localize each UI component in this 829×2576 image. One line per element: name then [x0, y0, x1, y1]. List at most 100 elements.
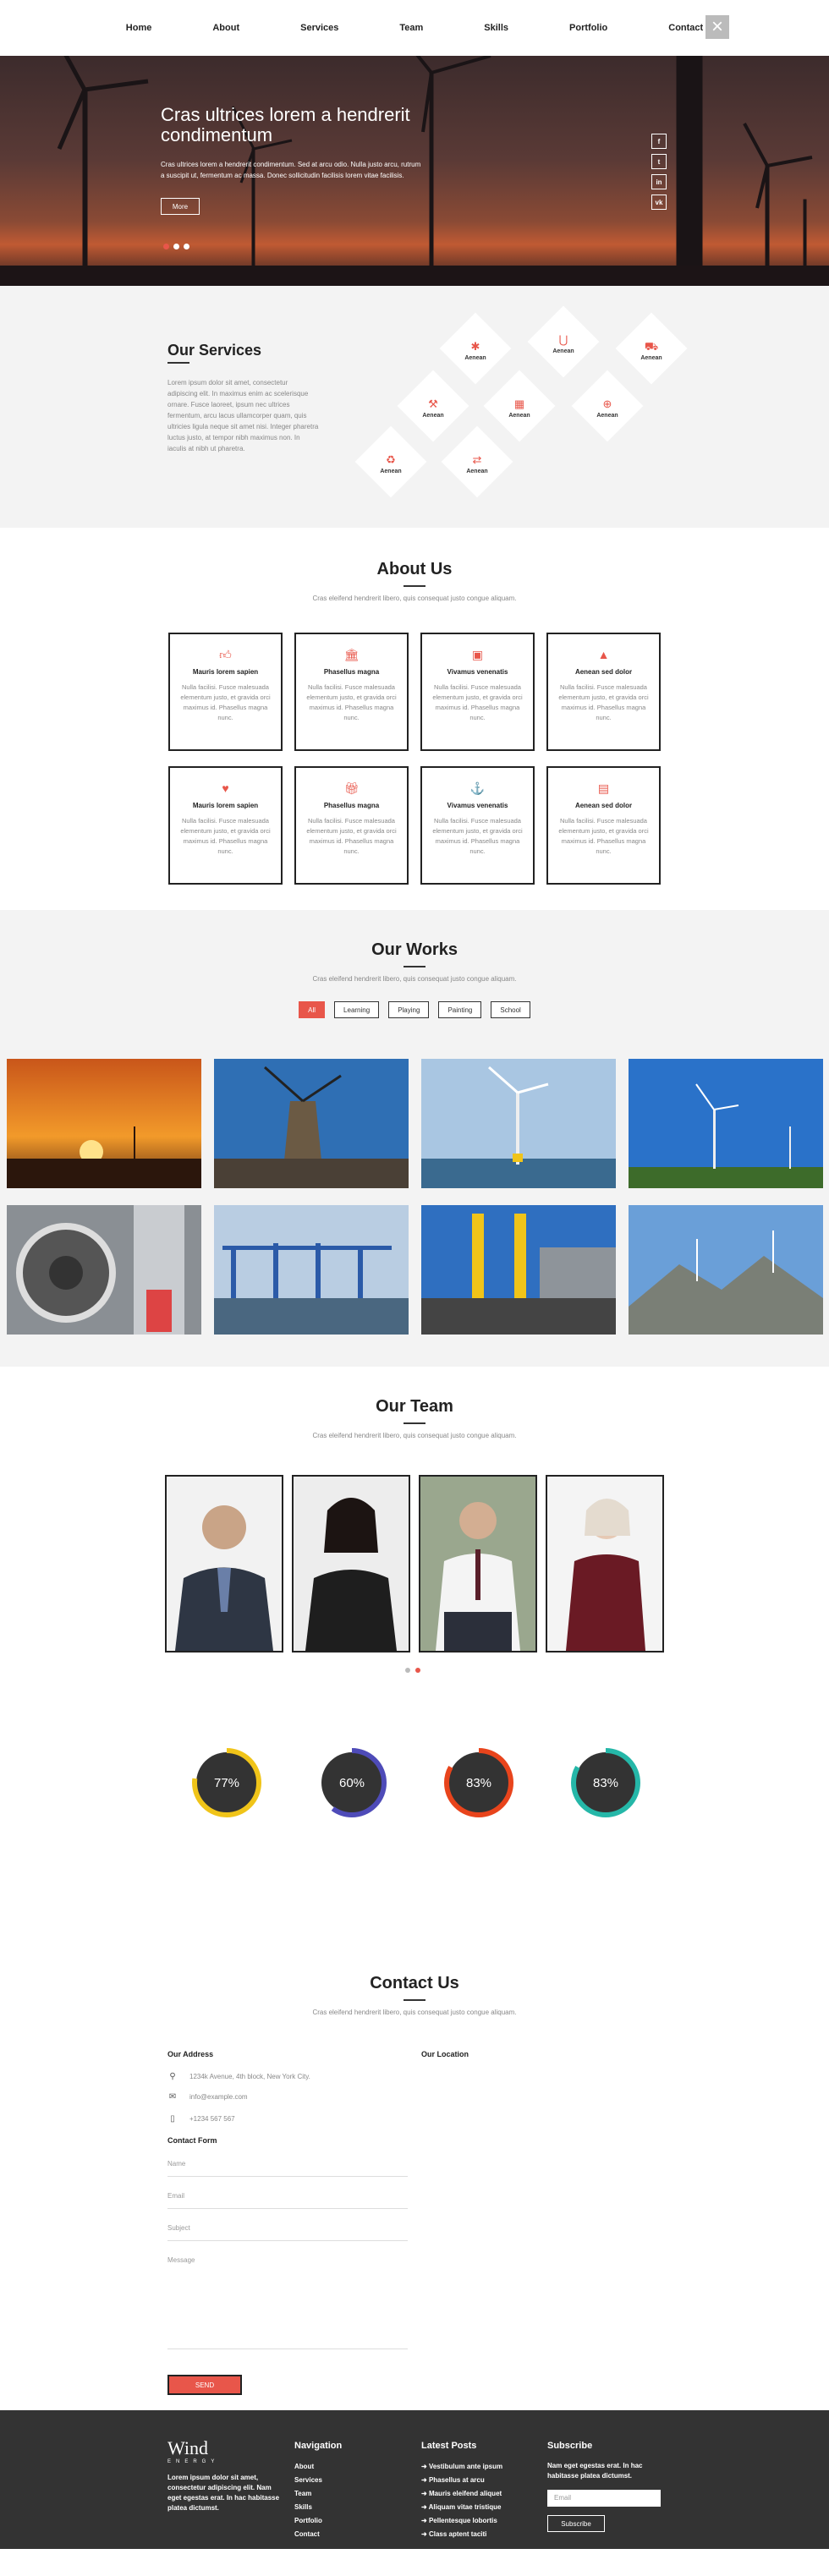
portfolio-item[interactable] — [214, 1059, 409, 1188]
footer-nav-item[interactable]: About — [294, 2463, 322, 2476]
filter-playing[interactable]: Playing — [388, 1001, 430, 1018]
email-text[interactable]: info@example.com — [189, 2093, 248, 2101]
arrow-right-icon: ➜ — [421, 2517, 429, 2524]
service-item[interactable]: ⚒ Aenean — [404, 397, 463, 419]
nav-item-about[interactable]: About — [212, 23, 239, 33]
contact-title: Contact Us — [370, 1974, 459, 1992]
nav-item-skills[interactable]: Skills — [484, 23, 508, 33]
slider-dot[interactable] — [173, 244, 179, 249]
filter-painting[interactable]: Painting — [438, 1001, 482, 1018]
portfolio-item[interactable] — [421, 1205, 616, 1335]
slider-dot[interactable] — [163, 244, 169, 249]
arrow-right-icon: ➜ — [421, 2530, 429, 2538]
portfolio-item[interactable] — [629, 1059, 823, 1188]
phone-row: ▯ +1234 567 567 — [167, 2114, 234, 2124]
team-member-photo[interactable] — [546, 1475, 664, 1652]
nav-item-contact[interactable]: Contact — [668, 23, 703, 33]
post-title: Phasellus at arcu — [428, 2476, 485, 2484]
subscribe-text: Nam eget egestas erat. In hac habitasse … — [547, 2462, 643, 2480]
portfolio-item[interactable] — [629, 1205, 823, 1335]
nav-item-home[interactable]: Home — [126, 23, 152, 33]
footer-nav-list: About Services Team Skills Portfolio Con… — [294, 2463, 322, 2544]
service-item[interactable]: ⋃ Aenean — [534, 333, 593, 354]
about-card[interactable]: 🏛︎ Phasellus magna Nulla facilisi. Fusce m… — [294, 633, 409, 751]
facebook-icon[interactable]: f — [651, 134, 667, 149]
name-field[interactable]: Name — [167, 2160, 408, 2177]
linkedin-icon[interactable]: in — [651, 174, 667, 189]
card-text: Nulla facilisi. Fusce malesuada elementu… — [306, 683, 397, 721]
footer-nav-item[interactable]: Services — [294, 2476, 322, 2490]
title-underline — [404, 585, 425, 587]
message-field[interactable]: Message — [167, 2256, 408, 2349]
post-link[interactable]: ➜ Class aptent taciti — [421, 2530, 502, 2544]
filter-all[interactable]: All — [299, 1001, 326, 1018]
team-member-photo[interactable] — [165, 1475, 283, 1652]
post-link[interactable]: ➜ Vestibulum ante ipsum — [421, 2463, 502, 2476]
email-field[interactable]: Email — [167, 2192, 408, 2209]
location-title: Our Location — [421, 2050, 469, 2058]
team-member-photo[interactable] — [419, 1475, 537, 1652]
portfolio-item[interactable] — [421, 1059, 616, 1188]
post-link[interactable]: ➜ Phasellus at arcu — [421, 2476, 502, 2490]
service-item[interactable]: ⇄ Aenean — [447, 453, 507, 474]
hero-banner: Cras ultrices lorem a hendrerit condimen… — [0, 56, 829, 286]
man-in-shirt-image — [420, 1477, 535, 1651]
heart-icon: ♥ — [222, 781, 229, 795]
filter-school[interactable]: School — [491, 1001, 530, 1018]
slider-dot[interactable] — [405, 1668, 410, 1673]
post-link[interactable]: ➜ Aliquam vitae tristique — [421, 2503, 502, 2517]
contact-subtitle: Cras eleifend hendrerit libero, quis con… — [312, 2009, 517, 2016]
slider-dot[interactable] — [415, 1668, 420, 1673]
subscribe-button[interactable]: Subscribe — [547, 2515, 605, 2532]
close-icon[interactable]: × — [705, 15, 729, 39]
more-button[interactable]: More — [161, 198, 200, 215]
post-link[interactable]: ➜ Mauris eleifend aliquet — [421, 2490, 502, 2503]
post-link[interactable]: ➜ Pellentesque lobortis — [421, 2517, 502, 2530]
post-title: Class aptent taciti — [428, 2530, 487, 2538]
service-label: Aenean — [508, 413, 530, 419]
portfolio-item[interactable] — [214, 1205, 409, 1335]
skill-gauge: 83% — [570, 1747, 641, 1818]
footer-nav-item[interactable]: Portfolio — [294, 2517, 322, 2530]
about-card[interactable]: ♥ Mauris lorem sapien Nulla facilisi. Fusc… — [168, 766, 283, 885]
harbor-cranes-image — [214, 1205, 409, 1335]
about-card[interactable]: 👍︎ Mauris lorem sapien Nulla facilisi. Fus… — [168, 633, 283, 751]
logo[interactable]: Wind — [167, 2439, 208, 2458]
portfolio-gallery — [7, 1059, 823, 1335]
footer-nav-item[interactable]: Contact — [294, 2530, 322, 2544]
turbine-components-image — [421, 1205, 616, 1335]
service-item[interactable]: ✱ Aenean — [446, 340, 505, 361]
vk-icon[interactable]: vk — [651, 195, 667, 210]
map-icon: ▦ — [513, 397, 525, 410]
subscribe-email-input[interactable]: Email — [547, 2490, 661, 2507]
about-card[interactable]: 🎁︎ Phasellus magna Nulla facilisi. Fusce m… — [294, 766, 409, 885]
footer-nav-item[interactable]: Team — [294, 2490, 322, 2503]
anchor-icon: ⚓ — [469, 781, 486, 795]
slider-dot[interactable] — [184, 244, 189, 249]
service-item[interactable]: ▦ Aenean — [490, 397, 549, 419]
team-member-photo[interactable] — [292, 1475, 410, 1652]
about-card[interactable]: ▣ Vivamus venenatis Nulla facilisi. Fusce … — [420, 633, 535, 751]
nav-item-portfolio[interactable]: Portfolio — [569, 23, 607, 33]
team-members — [165, 1475, 664, 1652]
footer-nav-item[interactable]: Skills — [294, 2503, 322, 2517]
mobile-icon: ▯ — [170, 2114, 175, 2124]
about-card[interactable]: ▤ Aenean sed dolor Nulla facilisi. Fusce m… — [546, 766, 661, 885]
portfolio-item[interactable] — [7, 1205, 201, 1335]
subject-field[interactable]: Subject — [167, 2224, 408, 2241]
bank-icon: 🏛︎ — [343, 648, 360, 661]
nav-item-services[interactable]: Services — [300, 23, 338, 33]
portfolio-item[interactable] — [7, 1059, 201, 1188]
about-card[interactable]: ▲ Aenean sed dolor Nulla facilisi. Fusce m… — [546, 633, 661, 751]
service-item[interactable]: ⛟ Aenean — [622, 340, 681, 361]
footer: Wind ENERGY Lorem ipsum dolor sit amet, … — [0, 2410, 829, 2549]
nav-item-team[interactable]: Team — [399, 23, 423, 33]
twitter-icon[interactable]: t — [651, 154, 667, 169]
card-title: Aenean sed dolor — [574, 802, 633, 809]
team-slider-dots — [405, 1668, 420, 1673]
service-item[interactable]: ♻ Aenean — [361, 453, 420, 474]
filter-learning[interactable]: Learning — [334, 1001, 380, 1018]
about-card[interactable]: ⚓ Vivamus venenatis Nulla facilisi. Fusce … — [420, 766, 535, 885]
send-button[interactable]: SEND — [167, 2375, 242, 2395]
service-item[interactable]: ⊕ Aenean — [578, 397, 637, 419]
